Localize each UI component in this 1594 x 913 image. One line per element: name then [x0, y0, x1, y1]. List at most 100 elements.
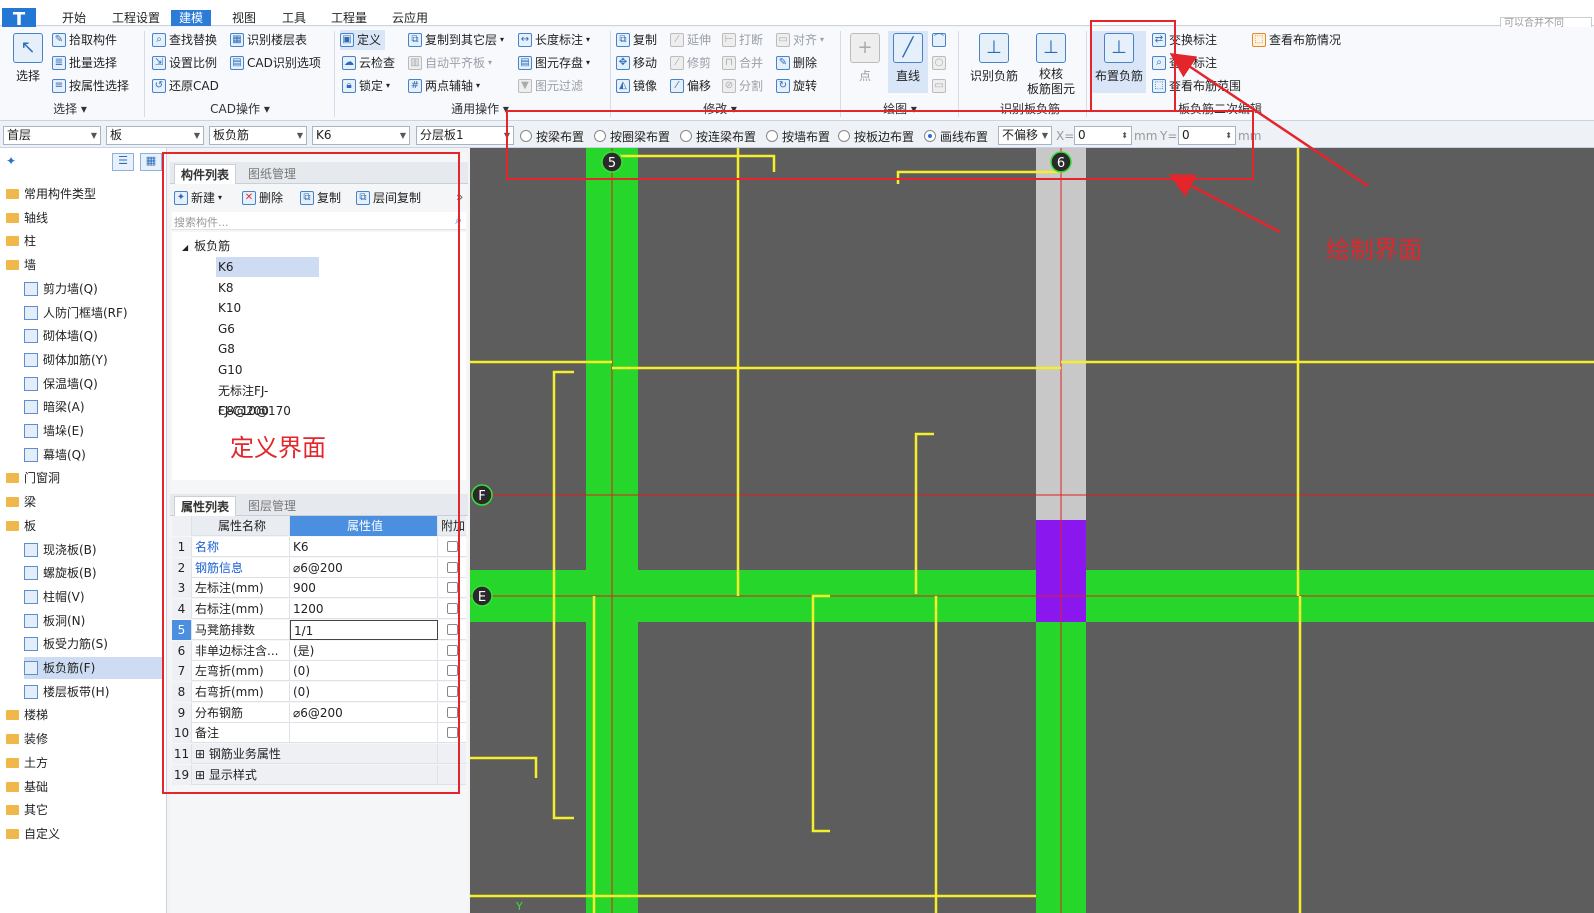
- nav-folder[interactable]: 轴线: [6, 207, 48, 229]
- nav-folder[interactable]: 墙: [6, 254, 36, 276]
- arc-button[interactable]: ⌒: [932, 30, 946, 50]
- find-replace-button[interactable]: ⌕ 查找替换: [152, 30, 217, 50]
- nav-item[interactable]: 螺旋板(B): [24, 562, 97, 584]
- define-button[interactable]: ▣ 定义: [340, 30, 386, 50]
- set-scale-button[interactable]: ⇲ 设置比例: [152, 53, 217, 73]
- rotate-button[interactable]: ↻ 旋转: [776, 76, 817, 96]
- auto-level-slab-button[interactable]: ▥ 自动平齐板 ▾: [408, 53, 492, 73]
- mirror-button[interactable]: ◭ 镜像: [616, 76, 657, 96]
- copy-button[interactable]: ⧉ 复制: [616, 30, 657, 50]
- restore-cad-button[interactable]: ↺ 还原CAD: [152, 76, 219, 96]
- component-type-icon: [24, 542, 38, 557]
- category-select[interactable]: 板 ▼: [106, 126, 204, 145]
- tab-start[interactable]: 开始: [54, 10, 94, 26]
- nav-folder[interactable]: 其它: [6, 799, 48, 821]
- offset-button[interactable]: ⁄ 偏移: [670, 76, 711, 96]
- folder-icon: [6, 520, 19, 531]
- extend-button[interactable]: ⁄ 延伸: [670, 30, 711, 50]
- check-rebar-button[interactable]: ⊥ 校核 板筋图元: [1022, 33, 1080, 97]
- merge-button[interactable]: ⊓ 合并: [722, 53, 763, 73]
- two-point-axis-button[interactable]: # 两点辅轴 ▾: [408, 76, 480, 96]
- nav-folder[interactable]: 板: [6, 515, 36, 537]
- nav-folder[interactable]: 基础: [6, 776, 48, 798]
- folder-icon: [6, 781, 19, 792]
- nav-item[interactable]: 暗梁(A): [24, 396, 85, 418]
- circle-button[interactable]: ○: [932, 53, 946, 73]
- nav-folder[interactable]: 门窗洞: [6, 467, 60, 489]
- nav-item[interactable]: 板受力筋(S): [24, 633, 108, 655]
- type-select[interactable]: 板负筋 ▼: [209, 126, 307, 145]
- recognize-negative-rebar-button[interactable]: ⊥ 识别负筋: [966, 33, 1022, 84]
- folder-icon: [6, 260, 19, 271]
- property-select-icon: ≡: [52, 79, 66, 93]
- component-type-icon: [24, 305, 38, 320]
- component-select[interactable]: K6 ▼: [312, 126, 410, 145]
- nav-item[interactable]: 楼层板带(H): [24, 681, 109, 703]
- select-button[interactable]: ↖ 选择: [8, 33, 48, 84]
- nav-label: 基础: [24, 779, 49, 794]
- save-element-button[interactable]: ▤ 图元存盘 ▾: [518, 53, 590, 73]
- tab-view[interactable]: 视图: [224, 10, 264, 26]
- level-slab-icon: ▥: [408, 56, 422, 70]
- length-dimension-button[interactable]: ↔ 长度标注 ▾: [518, 30, 590, 50]
- move-icon: ✥: [616, 56, 630, 70]
- line-button[interactable]: ╱ 直线: [888, 31, 928, 93]
- cad-options-button[interactable]: ▤ CAD识别选项: [230, 53, 321, 73]
- nav-item[interactable]: 剪力墙(Q): [24, 278, 98, 300]
- nav-label: 人防门框墙(RF): [43, 305, 128, 320]
- nav-folder[interactable]: 装修: [6, 728, 48, 750]
- move-button[interactable]: ✥ 移动: [616, 53, 657, 73]
- break-button[interactable]: ⊢ 打断: [722, 30, 763, 50]
- rectangle-button[interactable]: ▭: [932, 76, 946, 96]
- copy-to-other-floor-button[interactable]: ⧉ 复制到其它层 ▾: [408, 30, 504, 50]
- delete-button[interactable]: ✎ 删除: [776, 53, 817, 73]
- nav-item[interactable]: 墙垛(E): [24, 420, 84, 442]
- lock-button[interactable]: 🔒︎ 锁定 ▾: [342, 76, 390, 96]
- recognize-floor-table-button[interactable]: ▦ 识别楼层表: [230, 30, 307, 50]
- group-separator: [840, 31, 841, 117]
- cloud-check-button[interactable]: ☁ 云检查: [342, 53, 395, 73]
- nav-item[interactable]: 砌体墙(Q): [24, 325, 98, 347]
- tab-tools[interactable]: 工具: [274, 10, 314, 26]
- component-type-tree: ✦ ☰ ▦ 常用构件类型 轴线柱墙剪力墙(Q) 人防门框墙(RF) 砌体墙(Q) 砌体加…: [0, 148, 167, 913]
- pin-icon[interactable]: ✦: [6, 154, 16, 168]
- element-filter-button[interactable]: ▼ 图元过滤: [518, 76, 583, 96]
- group-separator: [144, 31, 145, 117]
- nav-folder[interactable]: 自定义: [6, 823, 60, 845]
- nav-folder[interactable]: 土方: [6, 752, 48, 774]
- trim-button[interactable]: ⁄ 修剪: [670, 53, 711, 73]
- batch-select-button[interactable]: ≣ 批量选择: [52, 53, 117, 73]
- nav-item[interactable]: 现浇板(B): [24, 539, 97, 561]
- nav-item[interactable]: 砌体加筋(Y): [24, 349, 108, 371]
- tab-cloud[interactable]: 云应用: [384, 10, 436, 26]
- pick-component-button[interactable]: ✎ 拾取构件: [52, 30, 117, 50]
- layer-select[interactable]: 分层板1 ▼: [416, 126, 514, 145]
- nav-item[interactable]: 板负筋(F): [24, 657, 164, 679]
- align-button[interactable]: ▭ 对齐 ▾: [776, 30, 824, 50]
- grid-view-icon[interactable]: ▦: [140, 153, 162, 171]
- tab-quantity[interactable]: 工程量: [323, 10, 375, 26]
- group-label-select[interactable]: 选择 ▾: [40, 101, 100, 117]
- nav-folder[interactable]: 梁: [6, 491, 36, 513]
- point-button[interactable]: + 点: [848, 33, 882, 84]
- tab-modeling[interactable]: 建模: [171, 10, 212, 26]
- nav-item[interactable]: 保温墙(Q): [24, 373, 98, 395]
- nav-folder[interactable]: 常用构件类型: [6, 183, 96, 205]
- nav-folder[interactable]: 楼梯: [6, 704, 48, 726]
- component-type-icon: [24, 281, 38, 296]
- nav-item[interactable]: 人防门框墙(RF): [24, 302, 128, 324]
- nav-folder[interactable]: 柱: [6, 230, 36, 252]
- nav-item[interactable]: 柱帽(V): [24, 586, 85, 608]
- select-by-property-button[interactable]: ≡ 按属性选择: [52, 76, 129, 96]
- nav-label: 土方: [24, 755, 49, 770]
- drawing-canvas[interactable]: 5 6 F E Y: [470, 148, 1594, 913]
- tab-project-settings[interactable]: 工程设置: [104, 10, 168, 26]
- circle-icon: ○: [932, 56, 946, 70]
- floor-select[interactable]: 首层 ▼: [3, 126, 101, 145]
- nav-item[interactable]: 幕墙(Q): [24, 444, 86, 466]
- list-view-icon[interactable]: ☰: [112, 153, 134, 171]
- group-label-cad[interactable]: CAD操作 ▾: [195, 101, 285, 117]
- pick-icon: ✎: [52, 33, 66, 47]
- nav-item[interactable]: 板洞(N): [24, 610, 85, 632]
- split-button[interactable]: ⊘ 分割: [722, 76, 763, 96]
